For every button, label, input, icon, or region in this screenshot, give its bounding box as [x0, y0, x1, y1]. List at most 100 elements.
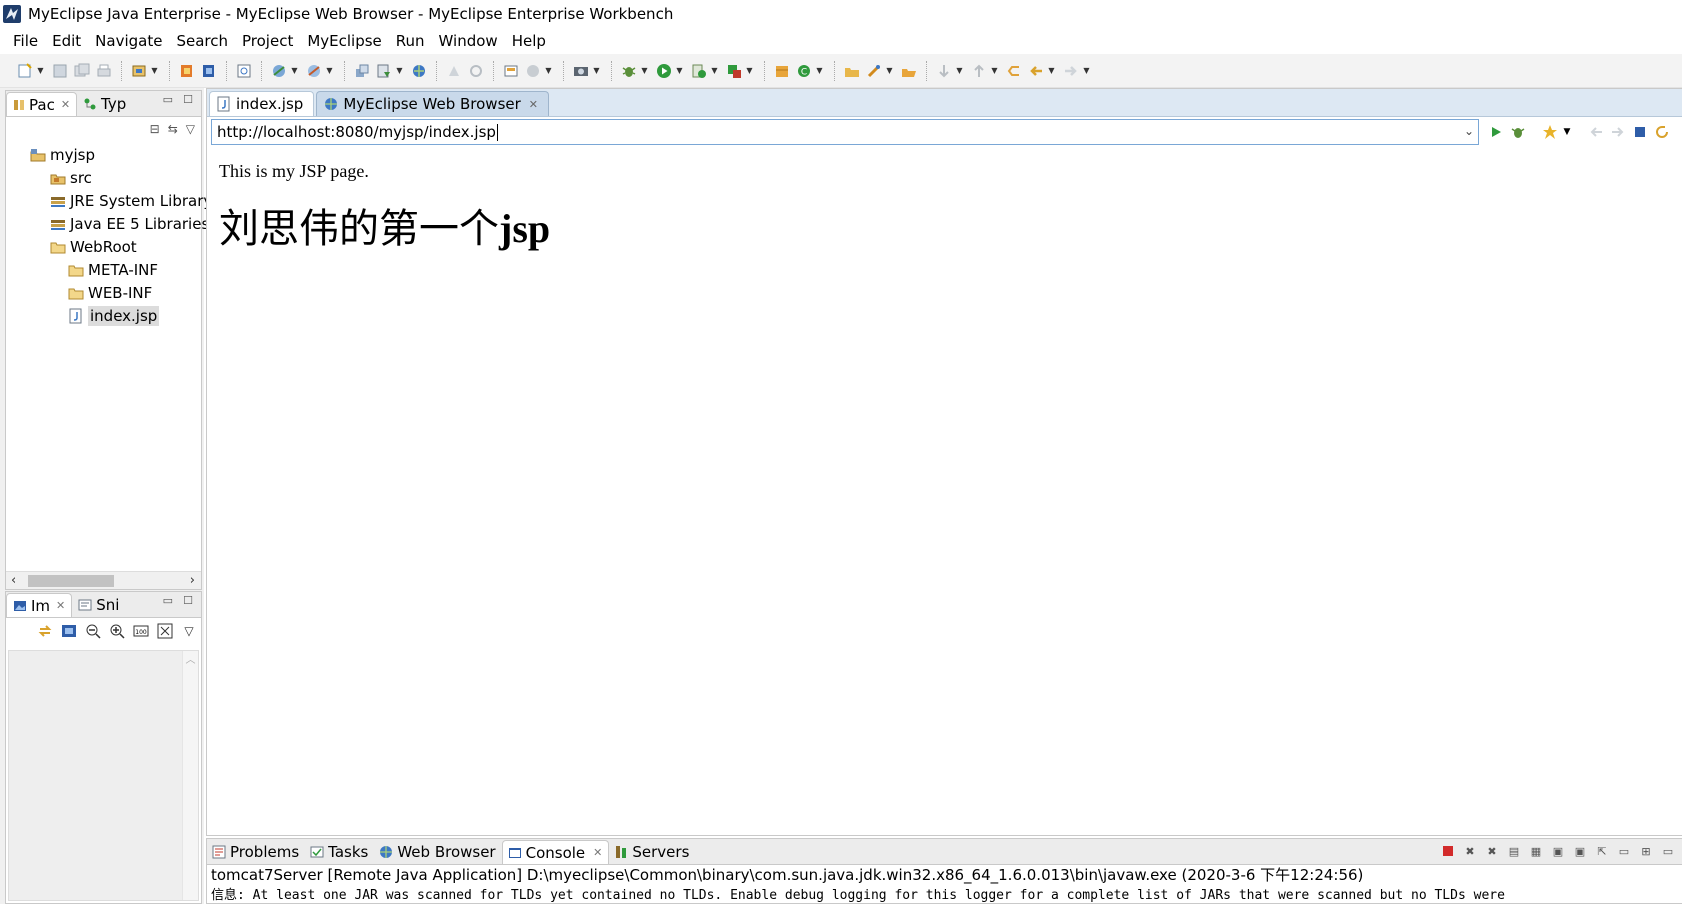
tab-servers[interactable]: Servers [609, 840, 695, 864]
tab-snippets[interactable]: Sni [72, 593, 125, 617]
save-all-icon[interactable] [74, 63, 90, 79]
menu-window[interactable]: Window [432, 32, 505, 50]
server-start-icon[interactable] [179, 63, 195, 79]
show-on-stdout-icon[interactable]: ▣ [1550, 843, 1566, 859]
close-icon[interactable]: ✕ [593, 846, 602, 859]
go-icon[interactable] [1487, 123, 1505, 141]
maximize-icon[interactable]: ☐ [183, 93, 193, 106]
new-package-icon[interactable] [774, 63, 790, 79]
tab-tasks[interactable]: Tasks [305, 840, 374, 864]
tab-myeclipse-web-browser[interactable]: MyEclipse Web Browser ✕ [316, 91, 549, 116]
maximize-icon[interactable]: ☐ [183, 594, 193, 607]
url-input[interactable]: http://localhost:8080/myjsp/index.jsp ⌄ [211, 119, 1479, 145]
external-tools-dropdown-icon[interactable]: ▼ [745, 63, 754, 79]
tree-node-java-ee-5-libraries[interactable]: Java EE 5 Libraries [6, 212, 209, 235]
minimize-icon[interactable]: ▭ [163, 594, 173, 607]
deploy-dropdown-icon[interactable]: ▼ [150, 63, 159, 79]
open-web-project-dropdown-icon[interactable]: ▼ [325, 63, 334, 79]
menu-help[interactable]: Help [505, 32, 553, 50]
sync-icon[interactable] [36, 622, 54, 640]
actual-size-icon[interactable]: 100 [132, 622, 150, 640]
external-tools-icon[interactable] [726, 63, 742, 79]
tab-index-jsp[interactable]: index.jsp [209, 91, 315, 116]
minimize-icon[interactable]: ▭ [163, 93, 173, 106]
close-icon[interactable]: ✕ [61, 98, 70, 111]
scrollbar-thumb[interactable] [28, 575, 114, 587]
prev-annotation-icon[interactable] [971, 63, 987, 79]
menu-navigate[interactable]: Navigate [88, 32, 169, 50]
new-class-icon[interactable]: C [796, 63, 812, 79]
new-class-dropdown-icon[interactable]: ▼ [815, 63, 824, 79]
forward-dropdown-icon[interactable]: ▼ [1082, 63, 1091, 79]
run-dropdown-icon[interactable]: ▼ [675, 63, 684, 79]
bookmark-icon[interactable] [1541, 123, 1559, 141]
screenshot-dropdown-icon[interactable]: ▼ [592, 63, 601, 79]
chevron-down-icon[interactable]: ⌄ [1464, 124, 1474, 138]
new-web-project-icon[interactable] [271, 63, 287, 79]
refresh-icon[interactable] [1653, 123, 1671, 141]
browser-forward-icon[interactable] [1609, 123, 1627, 141]
run-icon[interactable] [656, 63, 672, 79]
collapse-all-icon[interactable]: ⊟ [150, 122, 160, 136]
tree-node-jre-system-library[interactable]: JRE System Library [6, 189, 212, 212]
remove-launch-icon[interactable]: ✖ [1462, 843, 1478, 859]
open-web-project-icon[interactable] [306, 63, 322, 79]
next-annotation-icon[interactable] [936, 63, 952, 79]
tab-type-hierarchy[interactable]: Typ [77, 92, 132, 116]
debug-dropdown-icon[interactable]: ▼ [640, 63, 649, 79]
open-folder-icon[interactable] [901, 63, 917, 79]
forward-icon[interactable] [1063, 63, 1079, 79]
clear-console-icon[interactable]: ▤ [1506, 843, 1522, 859]
tree-node-src[interactable]: src [6, 166, 201, 189]
report-icon[interactable] [525, 63, 541, 79]
move-up-icon[interactable] [446, 63, 462, 79]
pin-console-icon[interactable]: ⇱ [1594, 843, 1610, 859]
run-server-icon[interactable] [376, 63, 392, 79]
tree-node-index-jsp[interactable]: index.jsp [6, 304, 201, 327]
tab-web-browser[interactable]: Web Browser [374, 840, 501, 864]
save-icon[interactable] [52, 63, 68, 79]
back-icon[interactable] [1028, 63, 1044, 79]
search-tool-dropdown-icon[interactable]: ▼ [885, 63, 894, 79]
tab-problems[interactable]: Problems [207, 840, 305, 864]
last-edit-icon[interactable] [1006, 63, 1022, 79]
zoom-in-icon[interactable] [108, 622, 126, 640]
db-explorer-icon[interactable] [503, 63, 519, 79]
debug-icon[interactable] [621, 63, 637, 79]
vertical-scrollbar[interactable]: ︿ [182, 651, 198, 900]
minimize-icon[interactable]: ▭ [1660, 843, 1676, 859]
tab-console[interactable]: Console ✕ [501, 840, 610, 864]
tree-node-webroot[interactable]: WebRoot [6, 235, 201, 258]
deploy-icon[interactable] [131, 63, 147, 79]
manage-deployments-icon[interactable] [354, 63, 370, 79]
show-on-stderr-icon[interactable]: ▣ [1572, 843, 1588, 859]
display-console-icon[interactable]: ▭ [1616, 843, 1632, 859]
bookmark-dropdown-icon[interactable]: ▼ [1563, 123, 1571, 141]
menu-myeclipse[interactable]: MyEclipse [300, 32, 388, 50]
view-menu-icon[interactable]: ▽ [186, 122, 195, 136]
stop-icon[interactable] [1631, 123, 1649, 141]
close-icon[interactable]: ✕ [529, 98, 538, 111]
new-web-project-dropdown-icon[interactable]: ▼ [290, 63, 299, 79]
scroll-right-icon[interactable]: › [190, 572, 195, 590]
horizontal-scrollbar[interactable]: ‹ › [6, 571, 201, 589]
zoom-out-icon[interactable] [84, 622, 102, 640]
scroll-left-icon[interactable]: ‹ [11, 572, 16, 590]
tab-package-explorer[interactable]: Pac ✕ [6, 92, 78, 116]
tree-node-meta-inf[interactable]: META-INF [6, 258, 201, 281]
view-menu-icon[interactable]: ▽ [180, 622, 198, 640]
menu-project[interactable]: Project [235, 32, 300, 50]
menu-search[interactable]: Search [169, 32, 235, 50]
menu-run[interactable]: Run [389, 32, 432, 50]
browser-icon[interactable] [411, 63, 427, 79]
run-external-dropdown-icon[interactable]: ▼ [710, 63, 719, 79]
open-console-icon[interactable]: ⊞ [1638, 843, 1654, 859]
scroll-up-icon[interactable]: ︿ [186, 655, 196, 666]
tree-node-web-inf[interactable]: WEB-INF [6, 281, 201, 304]
tree-node-myjsp[interactable]: myjsp [6, 143, 201, 166]
remove-all-icon[interactable]: ✖ [1484, 843, 1500, 859]
prev-annotation-dropdown-icon[interactable]: ▼ [990, 63, 999, 79]
run-external-icon[interactable] [691, 63, 707, 79]
menu-edit[interactable]: Edit [45, 32, 88, 50]
open-project-icon[interactable] [844, 63, 860, 79]
